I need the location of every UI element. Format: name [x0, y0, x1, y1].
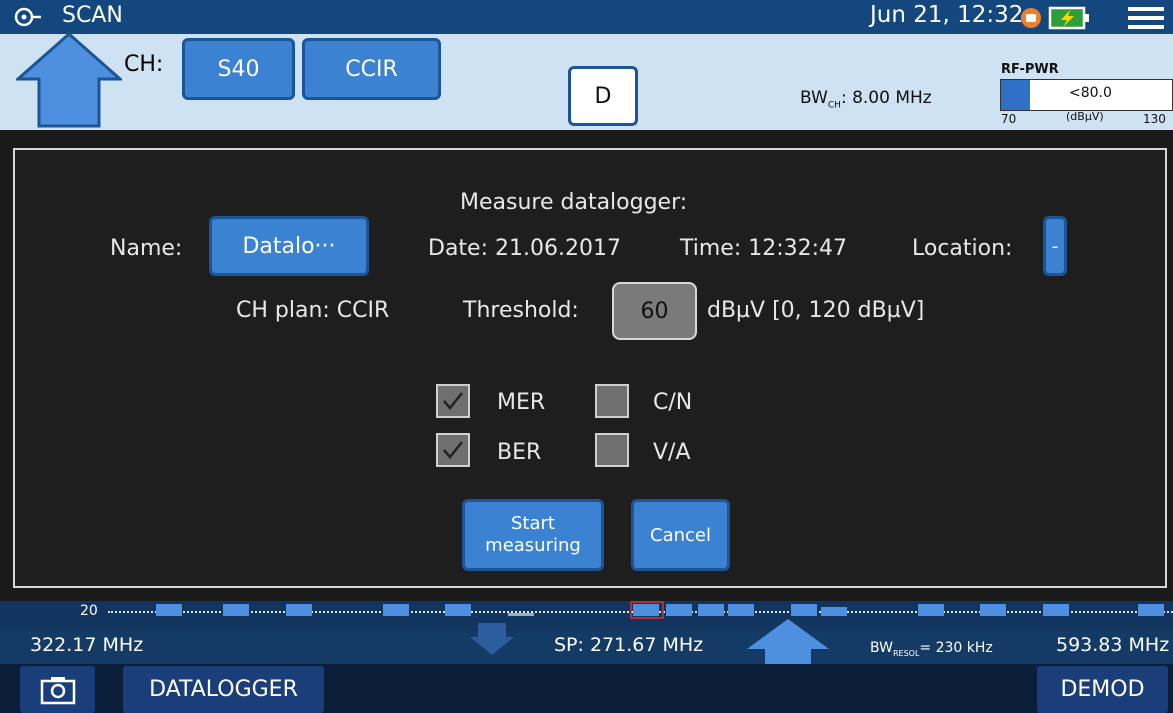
screenshot-button[interactable]: [20, 666, 95, 713]
up-arrow-icon[interactable]: [16, 32, 122, 130]
va-label: V/A: [653, 440, 691, 465]
title-bar: SCAN Jun 21, 12:32: [0, 0, 1173, 34]
rf-power-value: <80.0: [1069, 85, 1112, 101]
up-arrow-small-icon[interactable]: [745, 619, 831, 664]
satellite-icon: [14, 7, 41, 27]
rf-power-title: RF-PWR: [1001, 62, 1059, 77]
channel-bar: CH: S40 CCIR D BWCH: 8.00 MHz RF-PWR <80…: [0, 32, 1173, 130]
va-checkbox[interactable]: [595, 433, 629, 467]
mode-button[interactable]: D: [568, 66, 638, 126]
battery-charging-icon: [1048, 6, 1089, 30]
spectrum-bars: [156, 601, 1164, 619]
down-arrow-icon[interactable]: [468, 623, 516, 657]
bottom-bar: DATALOGGER DEMOD: [0, 664, 1173, 713]
channel-label: CH:: [124, 52, 164, 77]
threshold-input[interactable]: 60: [612, 282, 697, 340]
dialog-title: Measure datalogger:: [460, 190, 688, 215]
rf-power-level: [1001, 80, 1030, 110]
cn-label: C/N: [653, 390, 693, 415]
demod-tab[interactable]: DEMOD: [1037, 666, 1168, 713]
channel-button[interactable]: S40: [182, 38, 295, 100]
ref-level: 20: [80, 603, 98, 619]
screen-title: SCAN: [62, 3, 123, 28]
cancel-button[interactable]: Cancel: [631, 499, 730, 571]
threshold-range: dBµV [0, 120 dBµV]: [707, 298, 925, 323]
measure-datalogger-dialog: Measure datalogger: Name: Datalo··· Date…: [13, 148, 1167, 588]
location-button[interactable]: -: [1043, 216, 1067, 276]
measuring-label: measuring: [485, 535, 581, 556]
menu-icon[interactable]: [1128, 5, 1164, 31]
alarm-icon: [1021, 8, 1041, 28]
spectrum-strip: 20: [0, 601, 1173, 631]
check-icon: [443, 441, 463, 459]
location-label: Location:: [912, 236, 1013, 261]
threshold-label: Threshold:: [463, 298, 579, 323]
start-frequency: 322.17 MHz: [30, 634, 144, 656]
time-text: Time: 12:32:47: [680, 236, 848, 261]
ber-checkbox[interactable]: [436, 433, 470, 467]
name-label: Name:: [110, 236, 183, 261]
ber-label: BER: [497, 440, 542, 465]
mer-checkbox[interactable]: [436, 384, 470, 418]
rf-power-meter: <80.0: [1000, 79, 1173, 111]
channel-plan-text: CH plan: CCIR: [236, 298, 390, 323]
datetime: Jun 21, 12:32: [870, 2, 1024, 28]
resolution-bandwidth: BWRESOL= 230 kHz: [870, 640, 993, 658]
date-text: Date: 21.06.2017: [428, 236, 621, 261]
mer-label: MER: [497, 390, 546, 415]
check-icon: [443, 392, 463, 410]
span-frequency: SP: 271.67 MHz: [554, 634, 704, 656]
start-label: Start: [511, 513, 555, 534]
rf-scale-max: 130: [1143, 112, 1166, 126]
frequency-bar: 322.17 MHz SP: 271.67 MHz BWRESOL= 230 k…: [0, 619, 1173, 664]
rf-unit: (dBµV): [1066, 110, 1104, 123]
end-frequency: 593.83 MHz: [1056, 634, 1170, 656]
name-button[interactable]: Datalo···: [209, 216, 369, 276]
channel-plan-button[interactable]: CCIR: [302, 38, 441, 100]
channel-bandwidth: BWCH: 8.00 MHz: [800, 88, 932, 111]
cn-checkbox[interactable]: [595, 384, 629, 418]
datalogger-tab[interactable]: DATALOGGER: [123, 666, 324, 713]
rf-scale-min: 70: [1001, 112, 1017, 126]
start-measuring-button[interactable]: Start measuring: [462, 499, 604, 571]
screenshot-icon: [40, 676, 75, 704]
